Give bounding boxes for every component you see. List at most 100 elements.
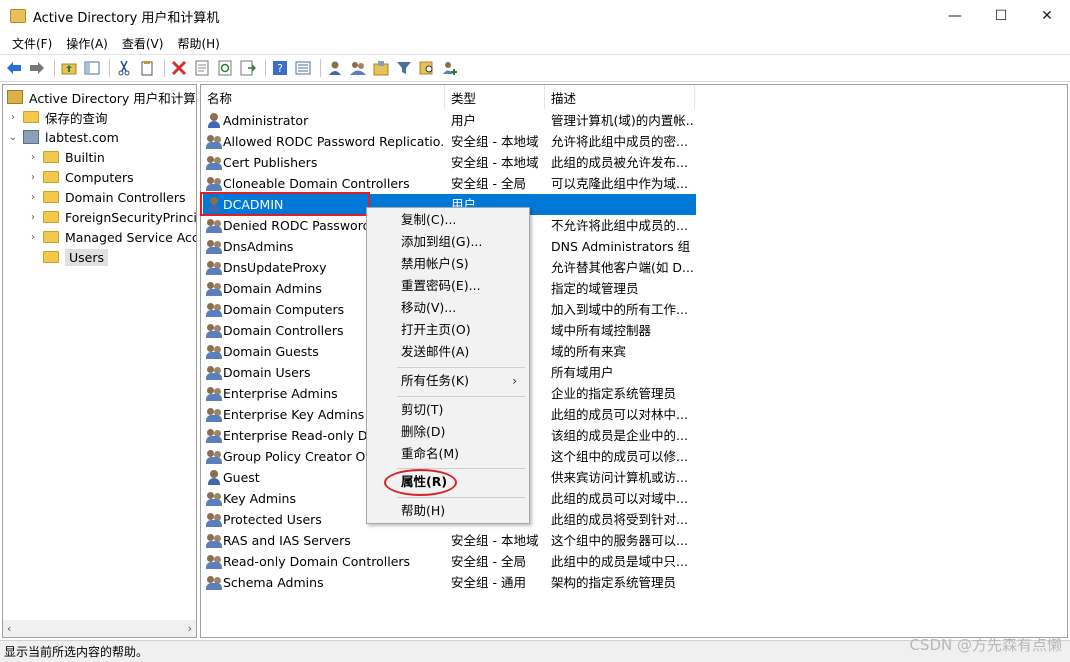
menu-item-reset-password[interactable]: 重置密码(E)... [367,275,529,297]
toolbar-divider [265,59,266,77]
tree-item-foreign-security-principals[interactable]: › ForeignSecurityPrincipals [27,207,196,227]
cut-icon[interactable] [114,58,134,78]
chevron-down-icon[interactable]: ⌄ [7,132,19,143]
cell-description: 域中所有域控制器 [551,323,652,338]
close-button[interactable]: ✕ [1024,0,1070,32]
window-title: Active Directory 用户和计算机 [33,10,220,26]
status-text: 显示当前所选内容的帮助。 [4,645,149,659]
refresh-icon[interactable] [215,58,235,78]
chevron-right-icon[interactable]: › [27,172,39,183]
view-icon[interactable] [293,58,313,78]
cell-description: DNS Administrators 组 [551,239,691,254]
table-row[interactable]: Allowed RODC Password Replicatio... 安全组 -… [203,131,696,152]
menu-file[interactable]: 文件(F) [6,35,58,52]
new-ou-icon[interactable] [371,58,391,78]
tree-root-label: Active Directory 用户和计算机 [29,90,197,106]
cell-description: 此组的成员可以对林中... [551,407,688,422]
chevron-right-icon[interactable]: › [27,232,39,243]
scroll-right-icon[interactable]: › [188,622,192,635]
highlight-box [200,192,370,216]
cell-description: 供来宾访问计算机或访... [551,470,688,485]
copy-icon[interactable] [137,58,157,78]
tree-item-managed-service-accounts[interactable]: › Managed Service Accounts [27,227,196,247]
table-row[interactable]: RAS and IAS Servers 安全组 - 本地域 这个组中的服务器可以..… [203,530,696,551]
tree-pane[interactable]: Active Directory 用户和计算机 › 保存的查询 ⌄ labtes… [2,84,197,638]
add-to-group-icon[interactable] [440,58,460,78]
back-arrow-icon[interactable] [4,58,24,78]
tree-item-users[interactable]: Users [27,247,109,267]
new-user-icon[interactable] [325,58,345,78]
up-folder-icon[interactable] [59,58,79,78]
menu-item-cut[interactable]: 剪切(T) [367,399,529,421]
toolbar-divider [164,59,165,77]
table-row[interactable]: Cert Publishers 安全组 - 本地域 此组的成员被允许发布... [203,152,696,173]
tree-item-computers[interactable]: › Computers [27,167,134,187]
help-icon[interactable]: ? [270,58,290,78]
menu-help[interactable]: 帮助(H) [171,35,225,52]
tree-item-label-selected: Users [65,248,109,266]
tree-item-label: Domain Controllers [65,189,186,205]
menu-item-add-to-group[interactable]: 添加到组(G)... [367,231,529,253]
chevron-right-icon[interactable]: › [27,212,39,223]
cell-description [551,194,695,215]
menu-item-move[interactable]: 移动(V)... [367,297,529,319]
group-icon [206,302,222,317]
menu-item-all-tasks[interactable]: 所有任务(K) › [367,370,529,392]
scroll-left-icon[interactable]: ‹ [7,622,11,635]
chevron-right-icon[interactable]: › [7,112,19,123]
group-icon [206,239,222,254]
forward-arrow-icon[interactable] [27,58,47,78]
table-row[interactable]: Schema Admins 安全组 - 通用 架构的指定系统管理员 [203,572,696,593]
list-pane[interactable]: 名称 类型 描述 Administrator 用户 管理计算机(域)的内置帐... A… [200,84,1068,638]
cell-description: 此组中的成员是域中只... [551,554,688,569]
menu-separator [397,367,525,368]
properties-icon[interactable] [192,58,212,78]
menu-item-send-mail[interactable]: 发送邮件(A) [367,341,529,363]
group-icon [206,512,222,527]
tree-item-builtin[interactable]: › Builtin [27,147,105,167]
cell-name: Cert Publishers [223,155,318,170]
minimize-button[interactable]: — [932,0,978,32]
find-icon[interactable] [417,58,437,78]
cell-description: 这个组中的服务器可以... [551,533,688,548]
title-bar: Active Directory 用户和计算机 — ☐ ✕ [0,0,1070,32]
column-header-name[interactable]: 名称 [201,85,445,109]
chevron-right-icon[interactable]: › [27,152,39,163]
cell-name: Read-only Domain Controllers [223,554,411,569]
menu-action[interactable]: 操作(A) [60,35,114,52]
column-header-description[interactable]: 描述 [545,85,695,109]
table-row[interactable]: Administrator 用户 管理计算机(域)的内置帐... [203,110,696,131]
cell-description: 可以克隆此组中作为域... [551,176,688,191]
folder-icon [43,231,59,243]
tree-item-saved-queries[interactable]: › 保存的查询 [7,107,108,127]
cell-type: 安全组 - 全局 [451,554,526,569]
new-group-icon[interactable] [348,58,368,78]
cell-description: 此组的成员可以对域中... [551,491,688,506]
table-row[interactable]: Read-only Domain Controllers 安全组 - 全局 此组中的… [203,551,696,572]
export-icon[interactable] [238,58,258,78]
menu-item-delete[interactable]: 删除(D) [367,421,529,443]
cell-description: 允许替其他客户端(如 D... [551,260,694,275]
menu-item-help[interactable]: 帮助(H) [367,500,529,522]
filter-icon[interactable] [394,58,414,78]
menu-view[interactable]: 查看(V) [116,35,170,52]
menu-item-disable-account[interactable]: 禁用帐户(S) [367,253,529,275]
show-tree-icon[interactable] [82,58,102,78]
cell-name: Administrator [223,113,309,128]
tree-item-domain[interactable]: ⌄ labtest.com [7,127,119,147]
menu-item-open-home-page[interactable]: 打开主页(O) [367,319,529,341]
delete-icon[interactable] [169,58,189,78]
tree-root[interactable]: Active Directory 用户和计算机 [5,87,197,107]
menu-item-rename[interactable]: 重命名(M) [367,443,529,465]
chevron-right-icon[interactable]: › [27,192,39,203]
cell-description: 此组的成员将受到针对... [551,512,688,527]
maximize-button[interactable]: ☐ [978,0,1024,32]
tree-item-domain-controllers[interactable]: › Domain Controllers [27,187,185,207]
horizontal-scrollbar[interactable]: ‹ › [3,620,196,637]
column-header-type[interactable]: 类型 [445,85,545,109]
group-icon [206,365,222,380]
cell-description: 该组的成员是企业中的... [551,428,688,443]
menu-item-copy[interactable]: 复制(C)... [367,209,529,231]
table-row[interactable]: Cloneable Domain Controllers 安全组 - 全局 可以克隆… [203,173,696,194]
cell-type: 用户 [451,113,477,128]
